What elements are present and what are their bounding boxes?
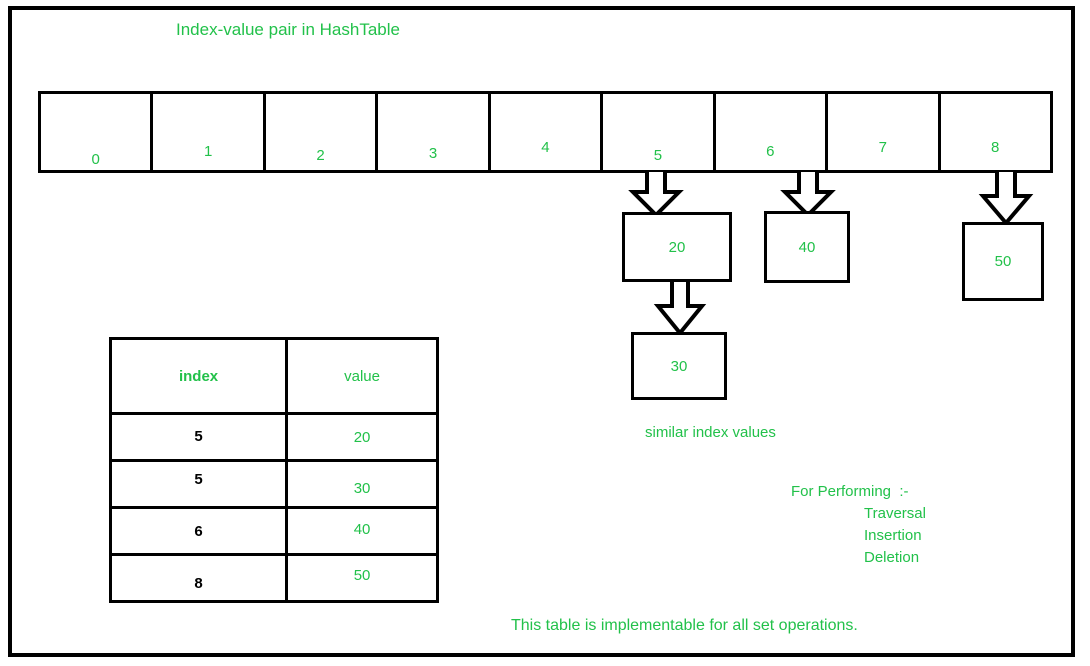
table-cell-value: 20	[285, 412, 439, 462]
table-cell-index: 8	[108, 553, 289, 603]
table-row[interactable]: 5 20	[108, 412, 439, 462]
slot-cell-5[interactable]: 5	[603, 94, 716, 170]
slot-cell-6[interactable]: 6	[716, 94, 829, 170]
slot-cell-4[interactable]: 4	[491, 94, 604, 170]
slot-index-label: 5	[653, 147, 663, 164]
value-box-20[interactable]: 20	[622, 212, 732, 282]
table-cell-value-text: 50	[353, 566, 371, 584]
operation-deletion: Deletion	[864, 549, 920, 566]
operation-traversal: Traversal	[864, 505, 926, 522]
slot-cell-3[interactable]: 3	[378, 94, 491, 170]
value-box-30[interactable]: 30	[631, 332, 727, 400]
arrow-down-icon-slot8-to-50	[978, 170, 1034, 226]
slot-cell-0[interactable]: 0	[41, 94, 154, 170]
table-cell-index: 6	[108, 506, 289, 556]
table-cell-value-text: 30	[353, 479, 371, 497]
table-cell-index-text: 5	[194, 470, 203, 488]
diagram-canvas: Index-value pair in HashTable 0 1 2 3 4 …	[0, 0, 1090, 666]
index-value-table: index value 5 20 5 30 6 40 8 50	[108, 337, 439, 603]
slot-index-label: 0	[91, 151, 100, 168]
table-header-index: index	[108, 337, 289, 415]
table-cell-index-text: 8	[194, 574, 203, 592]
slot-index-label: 2	[316, 147, 325, 164]
slot-index-label: 4	[541, 139, 550, 156]
slot-index-label: 1	[203, 143, 213, 160]
hash-table-slot-array: 0 1 2 3 4 5 6 7 8	[38, 91, 1053, 173]
table-row[interactable]: 5 30	[108, 459, 439, 509]
slot-cell-2[interactable]: 2	[266, 94, 379, 170]
table-header-row: index value	[108, 337, 439, 415]
similar-index-note: similar index values	[645, 424, 776, 441]
value-box-40[interactable]: 40	[764, 211, 850, 283]
table-cell-value-text: 40	[353, 520, 371, 538]
table-cell-value: 30	[285, 459, 439, 509]
table-row[interactable]: 6 40	[108, 506, 439, 556]
table-cell-index-text: 6	[194, 522, 203, 540]
slot-index-label: 3	[428, 145, 438, 162]
slot-index-label: 6	[766, 143, 775, 160]
table-cell-index: 5	[108, 412, 289, 462]
operations-block: For Performing :- Traversal Insertion De…	[791, 481, 926, 569]
table-cell-value-text: 20	[353, 428, 371, 446]
diagram-title: Index-value pair in HashTable	[176, 20, 400, 39]
operations-title: For Performing :-	[791, 483, 909, 500]
operation-insertion: Insertion	[864, 527, 922, 544]
value-box-label: 20	[668, 238, 686, 256]
table-row[interactable]: 8 50	[108, 553, 439, 603]
value-box-label: 50	[994, 253, 1012, 270]
arrow-down-icon-20-to-30	[653, 280, 707, 336]
arrow-down-icon-slot5-to-20	[628, 170, 684, 218]
table-header-value: value	[285, 337, 439, 415]
slot-cell-7[interactable]: 7	[828, 94, 941, 170]
table-cell-index: 5	[108, 459, 289, 509]
slot-cell-1[interactable]: 1	[153, 94, 266, 170]
table-cell-value: 40	[285, 506, 439, 556]
slot-cell-8[interactable]: 8	[941, 94, 1050, 170]
value-box-label: 40	[798, 238, 816, 256]
value-box-label: 30	[670, 357, 688, 375]
table-cell-value: 50	[285, 553, 439, 603]
footer-note: This table is implementable for all set …	[511, 617, 858, 634]
slot-index-label: 8	[991, 139, 1000, 156]
value-box-50[interactable]: 50	[962, 222, 1044, 301]
slot-index-label: 7	[878, 139, 887, 156]
table-cell-index-text: 5	[194, 427, 203, 445]
